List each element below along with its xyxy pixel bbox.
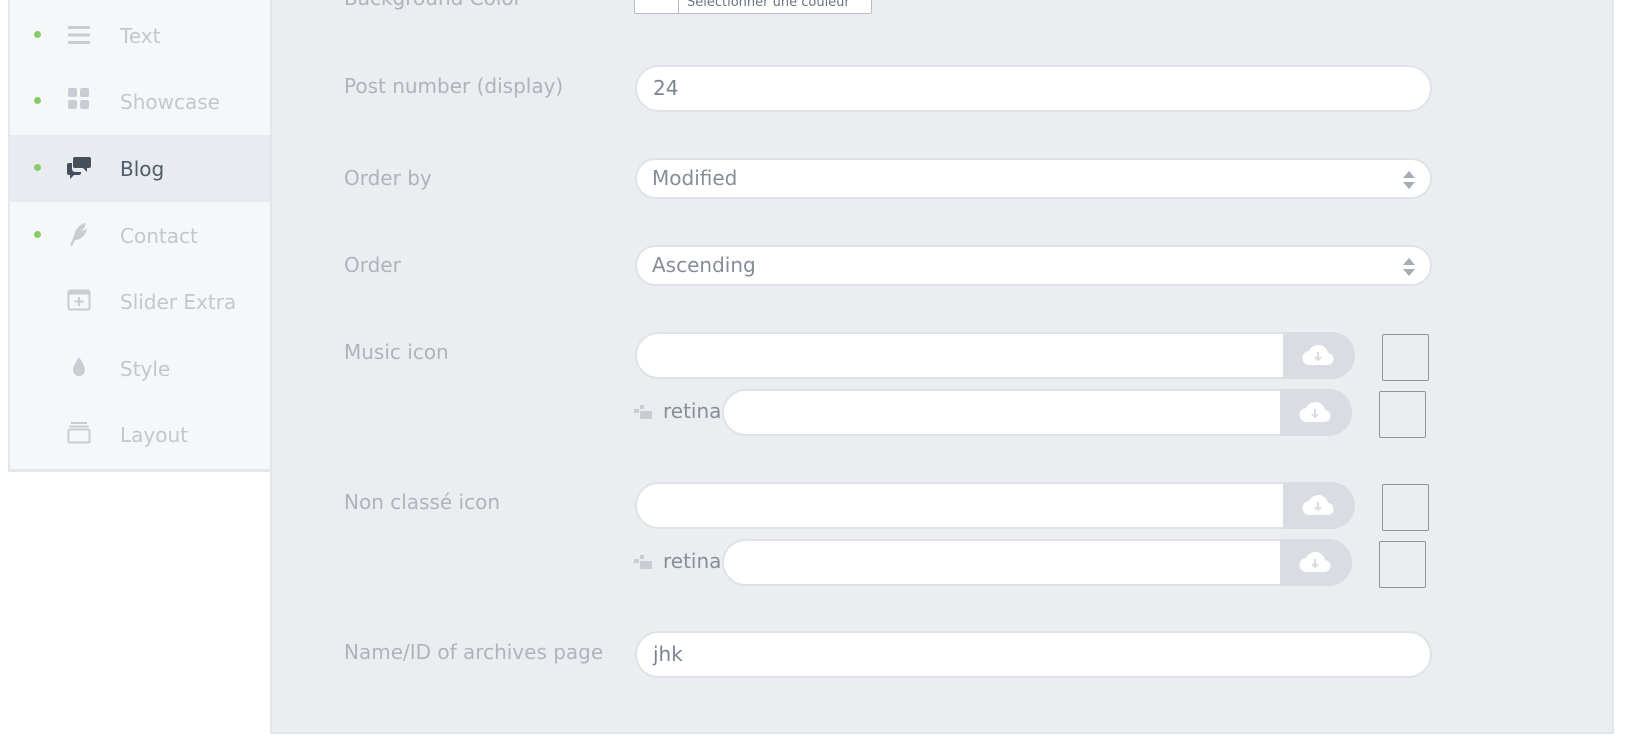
archives-page-input[interactable]: jhk bbox=[635, 631, 1432, 678]
sidebar-item-showcase[interactable]: Showcase bbox=[10, 68, 270, 135]
status-dot bbox=[34, 97, 41, 104]
cloud-download-icon bbox=[1302, 494, 1334, 516]
post-number-input[interactable]: 24 bbox=[635, 65, 1432, 112]
feather-icon bbox=[66, 221, 92, 247]
music-icon-retina-upload bbox=[722, 389, 1354, 436]
non-classe-icon-label: Non classé icon bbox=[344, 490, 501, 514]
music-icon-preview bbox=[1382, 334, 1429, 381]
menu-lines-icon bbox=[66, 22, 92, 48]
select-arrows-icon bbox=[1403, 171, 1415, 189]
music-icon-upload bbox=[635, 332, 1357, 379]
order-select[interactable]: Ascending bbox=[635, 245, 1432, 286]
sidebar-item-label: Slider Extra bbox=[120, 290, 237, 314]
add-window-icon bbox=[66, 287, 92, 313]
background-color-picker[interactable]: Sélectionner une couleur bbox=[634, 0, 872, 14]
music-icon-retina-input[interactable] bbox=[722, 389, 1282, 436]
grid-icon bbox=[66, 86, 92, 112]
order-by-select[interactable]: Modified bbox=[635, 158, 1432, 199]
sidebar-item-layout[interactable]: Layout bbox=[10, 401, 270, 468]
post-number-label: Post number (display) bbox=[344, 74, 564, 98]
cloud-download-icon bbox=[1299, 551, 1331, 573]
sidebar-item-label: Contact bbox=[120, 224, 198, 248]
upload-button[interactable] bbox=[1280, 389, 1352, 436]
sidebar-item-blog[interactable]: Blog bbox=[10, 135, 270, 202]
sidebar-item-contact[interactable]: Contact bbox=[10, 202, 270, 269]
sidebar-item-label: Style bbox=[120, 357, 171, 381]
upload-button[interactable] bbox=[1280, 539, 1352, 586]
sidebar-item-label: Layout bbox=[120, 423, 188, 447]
sidebar-item-style[interactable]: Style bbox=[10, 335, 270, 402]
cloud-download-icon bbox=[1302, 344, 1334, 366]
non-classe-icon-retina-upload bbox=[722, 539, 1354, 586]
retina-label: retina bbox=[663, 399, 722, 423]
sidebar-item-label: Text bbox=[120, 24, 161, 48]
non-classe-icon-upload bbox=[635, 482, 1357, 529]
sidebar-item-label: Showcase bbox=[120, 90, 220, 114]
status-dot bbox=[34, 164, 41, 171]
non-classe-icon-preview bbox=[1382, 484, 1429, 531]
order-by-value: Modified bbox=[652, 166, 738, 190]
order-value: Ascending bbox=[652, 253, 756, 277]
music-icon-url-input[interactable] bbox=[635, 332, 1285, 379]
music-icon-retina-preview bbox=[1379, 391, 1426, 438]
sidebar-item-label: Blog bbox=[120, 157, 165, 181]
non-classe-icon-retina-preview bbox=[1379, 541, 1426, 588]
upload-button[interactable] bbox=[1283, 482, 1355, 529]
layers-icon bbox=[66, 420, 92, 446]
non-classe-icon-url-input[interactable] bbox=[635, 482, 1285, 529]
order-by-label: Order by bbox=[344, 166, 432, 190]
color-swatch[interactable] bbox=[635, 0, 679, 13]
status-dot bbox=[34, 231, 41, 238]
cloud-download-icon bbox=[1299, 401, 1331, 423]
order-label: Order bbox=[344, 253, 401, 277]
select-arrows-icon bbox=[1403, 258, 1415, 276]
drop-icon bbox=[66, 354, 92, 380]
settings-sidebar: Text Showcase Blog Contact Slider Extra … bbox=[8, 0, 270, 472]
status-dot bbox=[34, 31, 41, 38]
upload-button[interactable] bbox=[1283, 332, 1355, 379]
non-classe-icon-retina-input[interactable] bbox=[722, 539, 1282, 586]
music-icon-label: Music icon bbox=[344, 340, 449, 364]
archives-page-label: Name/ID of archives page bbox=[344, 640, 604, 664]
chat-bubbles-icon bbox=[66, 154, 92, 180]
sidebar-item-text[interactable]: Text bbox=[10, 2, 270, 69]
retina-icon bbox=[634, 555, 652, 569]
retina-icon bbox=[634, 405, 652, 419]
sidebar-item-slider-extra[interactable]: Slider Extra bbox=[10, 268, 270, 335]
retina-label: retina bbox=[663, 549, 722, 573]
select-color-button-text[interactable]: Sélectionner une couleur bbox=[687, 0, 850, 10]
background-color-label: Background Color bbox=[344, 0, 522, 10]
